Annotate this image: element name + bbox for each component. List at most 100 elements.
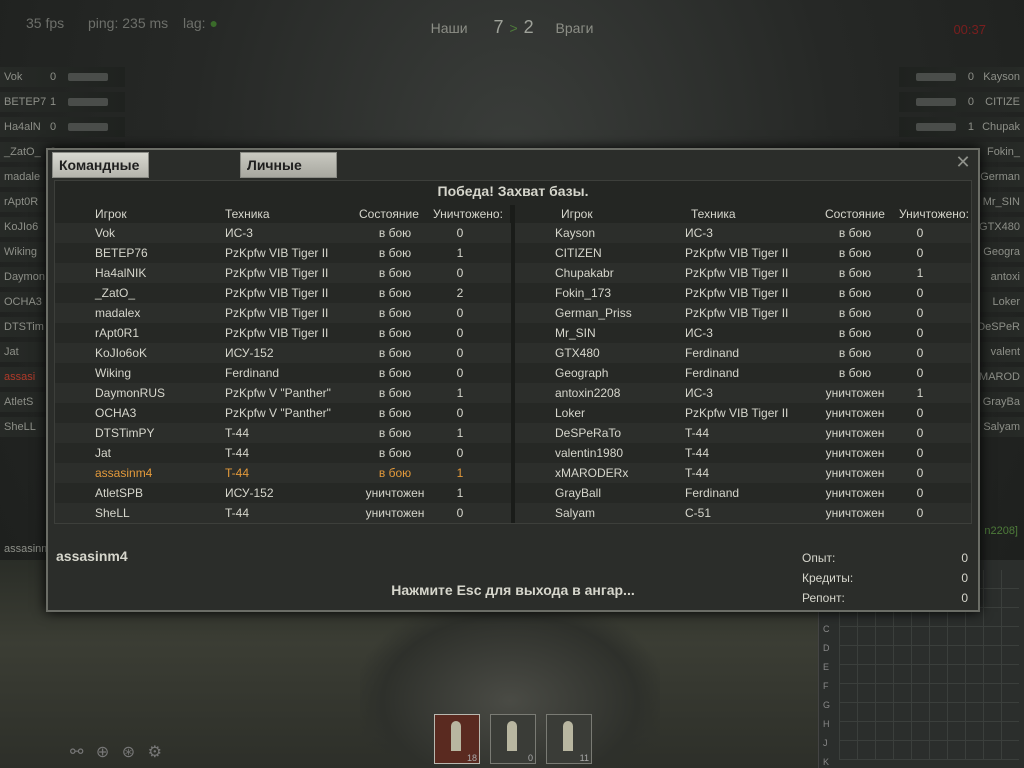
stat-label: Опыт: — [802, 551, 836, 565]
kills-count: 0 — [916, 346, 924, 360]
enemy-name: CITIZE — [985, 96, 1020, 108]
player-name: DTSTimPY — [95, 426, 155, 440]
vehicle-state: в бою — [378, 346, 412, 360]
table-row: OCHA3 PzKpfw V "Panther" в бою 0 — [55, 403, 511, 423]
vehicle-name: PzKpfw V "Panther" — [225, 406, 331, 420]
table-row: _ZatO_ PzKpfw VIB Tiger II в бою 2 — [55, 283, 511, 303]
table-row: rApt0R1 PzKpfw VIB Tiger II в бою 0 — [55, 323, 511, 343]
vehicle-state: уничтожен — [825, 506, 885, 520]
vehicle-state: в бою — [378, 226, 412, 240]
table-row: assasinm4 T-44 в бою 1 — [55, 463, 511, 483]
player-name: Jat — [95, 446, 112, 460]
header-vehicle: Техника — [225, 207, 270, 221]
vehicle-state: в бою — [838, 286, 872, 300]
enemy-name: Fokin_ — [986, 146, 1020, 158]
vehicle-state: в бою — [378, 326, 412, 340]
table-row: Salyam С-51 уничтожен 0 — [515, 503, 971, 523]
team-enemy-label: Враги — [555, 20, 594, 36]
stat-label: Репонт: — [802, 591, 845, 605]
vehicle-name: Ferdinand — [685, 486, 740, 500]
vehicle-name: PzKpfw VIB Tiger II — [685, 246, 789, 260]
vehicle-state: в бою — [838, 366, 872, 380]
close-icon[interactable]: ✕ — [954, 152, 972, 172]
ally-name: Daymon — [4, 271, 45, 283]
enemy-name: xMAROD — [973, 371, 1020, 383]
ammo-slot-1[interactable]: 18 — [434, 714, 480, 764]
minimap-row-letter: E — [823, 662, 830, 672]
vehicle-name: PzKpfw VIB Tiger II — [685, 306, 789, 320]
table-row: xMARODERx T-44 уничтожен 0 — [515, 463, 971, 483]
minimap-row-letter: F — [823, 681, 829, 691]
ally-name: Jat — [4, 346, 19, 358]
vehicle-name: T-44 — [225, 426, 250, 440]
table-row: BETEP76 PzKpfw VIB Tiger II в бою 1 — [55, 243, 511, 263]
header-kills: Уничтожено: — [433, 207, 503, 221]
ammo-slot-3[interactable]: 11 — [546, 714, 592, 764]
table-row: Ha4alNIK PzKpfw VIB Tiger II в бою 0 — [55, 263, 511, 283]
vehicle-name: T-44 — [685, 446, 710, 460]
table-row: Chupakabr PzKpfw VIB Tiger II в бою 1 — [515, 263, 971, 283]
enemy-name: GrayBa — [982, 396, 1020, 408]
tank-icon — [68, 98, 108, 106]
tank-icon — [916, 123, 956, 131]
minimap-row-letter: K — [823, 757, 830, 767]
vehicle-name: PzKpfw VIB Tiger II — [225, 306, 329, 320]
enemy-name: antoxi — [990, 271, 1020, 283]
player-name: _ZatO_ — [95, 286, 136, 300]
tab-team-achievements[interactable]: Командные достижения — [52, 152, 150, 197]
kills-count: 0 — [456, 506, 464, 520]
ally-list-item: Ha4alN 0 — [0, 117, 125, 137]
ally-name: BETEP7 — [4, 96, 47, 108]
enemy-name: DeSPeR — [977, 321, 1020, 333]
enemy-list-item: Kayson 0 — [899, 67, 1024, 87]
vehicle-state: уничтожен — [365, 506, 425, 520]
vehicle-name: ИСУ-152 — [225, 486, 274, 500]
ally-name: KoJIo6 — [4, 221, 39, 233]
ally-frags: 1 — [50, 96, 57, 108]
wheel-icon[interactable]: ⊛ — [122, 744, 135, 761]
enemy-frags: 0 — [967, 96, 974, 108]
stat-value: 0 — [961, 551, 968, 565]
player-name: DeSPeRaTo — [555, 426, 622, 440]
table-row: German_Priss PzKpfw VIB Tiger II в бою 0 — [515, 303, 971, 323]
ally-name: DTSTim — [4, 321, 44, 333]
kills-count: 1 — [456, 386, 464, 400]
vehicle-name: ИС-3 — [685, 386, 713, 400]
vehicle-state: уничтожен — [825, 386, 885, 400]
enemy-name: German — [980, 171, 1020, 183]
table-row: DTSTimPY T-44 в бою 1 — [55, 423, 511, 443]
crosshair-icon[interactable]: ⊕ — [96, 744, 109, 761]
player-name: DaymonRUS — [95, 386, 166, 400]
binoculars-icon[interactable]: ⚯ — [70, 744, 83, 761]
ammo-count: 11 — [579, 753, 589, 763]
tab-personal-achievements[interactable]: Личные достижения — [240, 152, 338, 197]
stat-row: Опыт: 0 — [802, 548, 968, 568]
table-row: Jat T-44 в бою 0 — [55, 443, 511, 463]
vehicle-state: в бою — [378, 366, 412, 380]
stat-label: Кредиты: — [802, 571, 854, 585]
table-row: Fokin_173 PzKpfw VIB Tiger II в бою 0 — [515, 283, 971, 303]
kills-count: 0 — [456, 366, 464, 380]
vehicle-state: в бою — [378, 286, 412, 300]
vehicle-state: уничтожен — [825, 426, 885, 440]
vehicle-state: в бою — [378, 266, 412, 280]
enemy-name: Mr_SIN — [982, 196, 1020, 208]
enemy-name-hud: n2208] — [984, 525, 1018, 537]
kills-count: 0 — [916, 446, 924, 460]
kills-count: 0 — [456, 226, 464, 240]
kills-count: 1 — [916, 266, 924, 280]
shell-icon — [507, 721, 517, 751]
enemy-name: GTX480 — [979, 221, 1020, 233]
ammo-slot-2[interactable]: 0 — [490, 714, 536, 764]
table-row: antoxin2208 ИС-3 уничтожен 1 — [515, 383, 971, 403]
kills-count: 0 — [916, 506, 924, 520]
consumables-bar: ⚯ ⊕ ⊛ ⚙ — [70, 742, 170, 762]
score-arrow-icon: > — [509, 20, 518, 36]
player-name: antoxin2208 — [555, 386, 621, 400]
kills-count: 0 — [916, 286, 924, 300]
ally-name: OCHA3 — [4, 296, 42, 308]
ally-frags: 0 — [50, 71, 57, 83]
table-row: GTX480 Ferdinand в бою 0 — [515, 343, 971, 363]
gear-icon[interactable]: ⚙ — [148, 744, 162, 761]
player-name: CITIZEN — [555, 246, 602, 260]
